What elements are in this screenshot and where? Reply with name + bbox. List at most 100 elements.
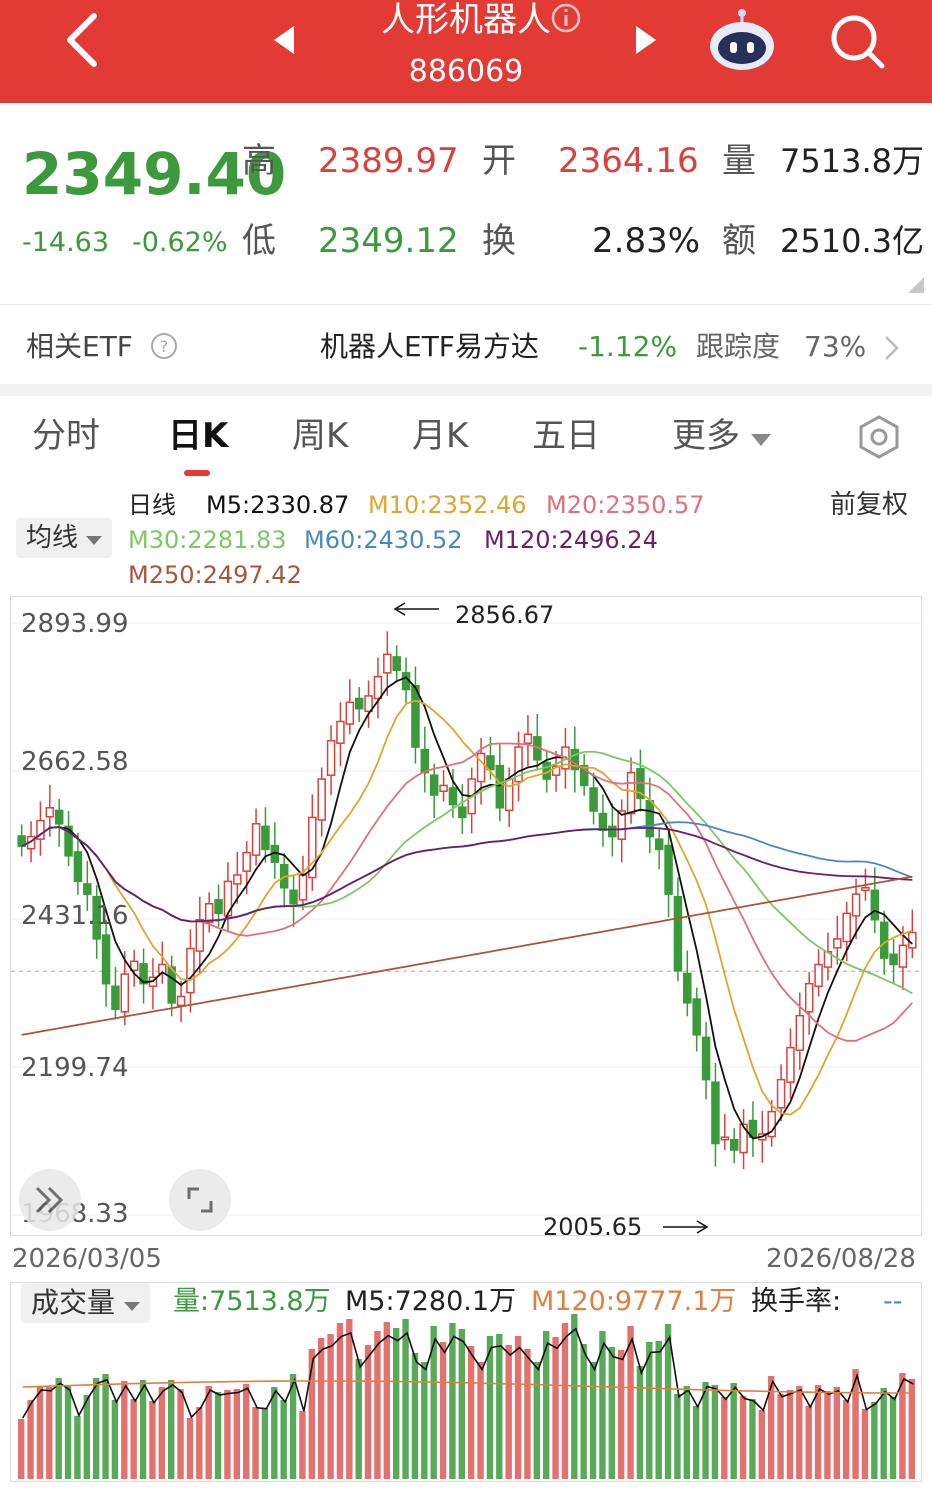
- double-chevron-icon: [35, 1186, 64, 1214]
- candle-up: [373, 675, 383, 700]
- candle-up: [842, 912, 851, 943]
- volume-bar-up: [383, 1322, 390, 1479]
- kline-chart[interactable]: 2893.99 2662.58 2431.16 2199.74 1968.33 …: [10, 596, 922, 1236]
- candle-down: [420, 748, 430, 774]
- volume-bar-up: [796, 1386, 803, 1479]
- x-end-date: 2026/08/28: [766, 1244, 916, 1274]
- volume-chart[interactable]: 成交量 量:7513.8万 M5:7280.1万 M120:9777.1万 换手…: [10, 1282, 922, 1482]
- tab-daily-k[interactable]: 日K: [168, 414, 228, 458]
- tracking-label: 跟踪度: [696, 330, 781, 363]
- volume-bar-up: [364, 1345, 372, 1479]
- candle-up: [336, 720, 345, 744]
- volume-label: 量: [722, 141, 756, 181]
- volume-bar-down: [749, 1399, 756, 1479]
- candle-up: [504, 778, 514, 812]
- ma30-value: M30:2281.83: [128, 526, 287, 554]
- volume-bar-up: [243, 1384, 250, 1479]
- candle-up: [204, 903, 214, 924]
- volume-bar-down: [496, 1334, 503, 1479]
- ma10-value: M10:2352.46: [368, 491, 527, 519]
- candle-down: [879, 921, 889, 959]
- tab-monthly-k[interactable]: 月K: [412, 414, 468, 458]
- info-icon[interactable]: [550, 2, 582, 34]
- volume-bar-down: [102, 1374, 109, 1479]
- candle-down: [608, 825, 617, 838]
- candle-up: [851, 893, 861, 917]
- kline-svg: [11, 602, 921, 1234]
- volume-bar-up: [27, 1400, 34, 1479]
- candle-up: [908, 931, 917, 949]
- tab-weekly-k[interactable]: 周K: [292, 414, 348, 458]
- search-icon[interactable]: [826, 10, 890, 74]
- active-tab-indicator: [184, 470, 210, 476]
- volume-bar-up: [824, 1391, 831, 1479]
- volume-bar-up: [777, 1394, 784, 1479]
- ma-selector[interactable]: 均线: [16, 518, 113, 558]
- amount-value: 2510.3亿: [780, 222, 924, 260]
- collapse-panel-button[interactable]: [19, 1169, 81, 1231]
- candle-up: [45, 807, 55, 818]
- help-icon[interactable]: ?: [150, 332, 178, 360]
- ma250-value: M250:2497.42: [128, 561, 302, 589]
- candle-up: [251, 823, 261, 856]
- expand-corner-icon[interactable]: [908, 277, 924, 293]
- volume-bar-up: [186, 1418, 194, 1479]
- etf-name: 机器人ETF易方达: [320, 330, 539, 363]
- change-percent: -0.62%: [132, 227, 228, 258]
- tab-more[interactable]: 更多: [672, 414, 771, 458]
- section-gap: [0, 384, 932, 396]
- volume-bar-up: [196, 1407, 203, 1479]
- next-stock-icon[interactable]: [628, 22, 660, 58]
- turnover-label: 换: [482, 221, 516, 261]
- volume-bar-up: [18, 1419, 25, 1479]
- y-tick-3: 2431.16: [21, 901, 129, 931]
- volume-bar-up: [233, 1389, 240, 1479]
- etf-change: -1.12%: [578, 330, 678, 363]
- settings-hexagon-icon[interactable]: [856, 414, 902, 460]
- x-start-date: 2026/03/05: [12, 1244, 162, 1274]
- candle-up: [795, 1014, 805, 1051]
- volume-bar-up: [721, 1397, 728, 1479]
- candle-up: [195, 918, 205, 952]
- dropdown-triangle-icon: [123, 1302, 140, 1311]
- candle-up: [833, 938, 842, 949]
- quote-panel: 2349.40 -14.63 -0.62% 高 2389.97 低 2349.1…: [0, 103, 932, 303]
- volume-bar-up: [908, 1379, 915, 1479]
- robot-assistant-icon[interactable]: [706, 8, 778, 72]
- volume-bar-down: [355, 1359, 362, 1479]
- top-bar: 人形机器人 886069: [0, 0, 932, 103]
- candle-up: [720, 1136, 730, 1141]
- low-value: 2349.12: [318, 221, 459, 261]
- candle-up: [298, 874, 308, 901]
- candle-up: [233, 874, 242, 885]
- tab-five-day[interactable]: 五日: [532, 414, 600, 458]
- ma20-value: M20:2350.57: [546, 491, 705, 519]
- candle-up: [804, 982, 814, 1013]
- volume-value: 7513.8万: [780, 142, 924, 180]
- adjust-mode[interactable]: 前复权: [830, 490, 908, 520]
- tab-intraday[interactable]: 分时: [32, 414, 100, 458]
- volume-bar-up: [739, 1396, 747, 1479]
- volume-bar-up: [758, 1410, 765, 1479]
- volume-bar-up: [336, 1323, 344, 1479]
- volume-selector[interactable]: 成交量: [21, 1283, 150, 1323]
- volume-bar-down: [664, 1324, 672, 1479]
- candle-down: [54, 809, 64, 825]
- volume-bar-up: [158, 1387, 165, 1479]
- volume-bar-down: [880, 1388, 887, 1479]
- volume-selector-label: 成交量: [31, 1286, 116, 1319]
- volume-bar-up: [439, 1342, 447, 1479]
- fullscreen-button[interactable]: [169, 1169, 231, 1231]
- back-arrow-icon[interactable]: [56, 8, 108, 72]
- candle-up: [345, 701, 355, 725]
- volume-bar-up: [814, 1385, 822, 1479]
- volume-bar-down: [889, 1397, 897, 1479]
- fullscreen-icon: [187, 1187, 213, 1213]
- volume-bar-up: [833, 1387, 840, 1479]
- y-tick-1: 2893.99: [21, 609, 129, 639]
- volume-bar-down: [168, 1380, 175, 1479]
- related-etf-row[interactable]: 相关ETF ? 机器人ETF易方达 -1.12% 跟踪度 73%: [0, 306, 932, 386]
- volume-bar-up: [299, 1411, 306, 1479]
- previous-stock-icon[interactable]: [270, 22, 302, 58]
- open-value: 2364.16: [558, 141, 699, 181]
